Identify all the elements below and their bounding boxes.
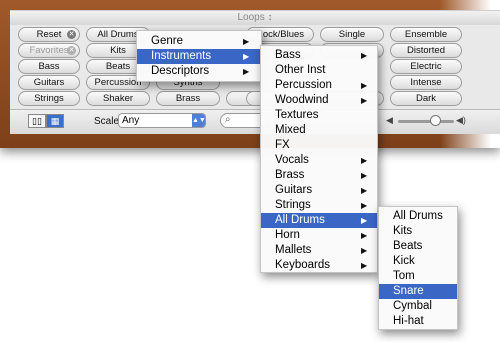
scale-value: Any [122,115,140,126]
menu-item-cymbal[interactable]: Cymbal [379,299,457,314]
volume-slider[interactable] [398,120,454,123]
menu-item-strings[interactable]: Strings ▶ [261,198,377,213]
submenu-arrow-icon: ▶ [243,37,250,46]
submenu-arrow-icon: ▶ [361,216,368,225]
submenu-arrow-icon: ▶ [361,96,368,105]
submenu-arrow-icon: ▶ [361,51,368,60]
menu-item-brass[interactable]: Brass ▶ [261,168,377,183]
button-view-icon: ▦ [50,116,60,126]
keyword-brass-button[interactable]: Brass [156,91,220,106]
menu-item-horn[interactable]: Horn ▶ [261,228,377,243]
submenu-arrow-icon: ▶ [361,231,368,240]
submenu-arrow-icon: ▶ [243,52,250,61]
submenu-arrow-icon: ▶ [361,156,368,165]
keyword-label: Favorites [29,45,69,56]
menu-item-all-drums[interactable]: All Drums [379,209,457,224]
keyword-category-menu: Genre ▶ Instruments ▶ Descriptors ▶ [136,30,262,82]
menu-item-hi-hat[interactable]: Hi-hat [379,314,457,329]
menu-item-bass[interactable]: Bass ▶ [261,48,377,63]
menu-item-woodwind[interactable]: Woodwind ▶ [261,93,377,108]
menu-item-kick[interactable]: Kick [379,254,457,269]
column-view-icon: ▯▯ [32,116,42,126]
all-drums-submenu: All Drums Kits Beats Kick Tom Snare Cymb… [378,206,458,330]
keyword-ensemble-button[interactable]: Ensemble [390,27,462,42]
submenu-arrow-icon: ▶ [361,171,368,180]
keyword-shaker-button[interactable]: Shaker [86,91,150,106]
submenu-arrow-icon: ▶ [361,81,368,90]
button-view-button[interactable]: ▦ [46,114,64,128]
chevron-updown-icon: ▲▼ [192,114,206,127]
instruments-submenu: Bass ▶ Other Inst Percussion ▶ Woodwind … [260,45,378,273]
close-icon: ✕ [67,30,76,39]
menu-item-keyboards[interactable]: Keyboards ▶ [261,258,377,273]
bottom-toolbar: ▯▯ ▦ Scale: Any ▲▼ ⌕ ◀ ◀) [10,109,500,134]
submenu-arrow-icon: ▶ [361,201,368,210]
submenu-arrow-icon: ▶ [361,186,368,195]
keyword-strings-button[interactable]: Strings [18,91,80,106]
submenu-arrow-icon: ▶ [361,261,368,270]
submenu-arrow-icon: ▶ [361,246,368,255]
menu-item-kits[interactable]: Kits [379,224,457,239]
column-view-button[interactable]: ▯▯ [28,114,46,128]
keyword-electric-button[interactable]: Electric [390,59,462,74]
menu-item-descriptors[interactable]: Descriptors ▶ [137,64,261,79]
volume-high-icon: ◀) [456,115,466,125]
menu-item-snare[interactable]: Snare [379,284,457,299]
menu-item-vocals[interactable]: Vocals ▶ [261,153,377,168]
menu-item-genre[interactable]: Genre ▶ [137,34,261,49]
menu-item-beats[interactable]: Beats [379,239,457,254]
menu-item-all-drums[interactable]: All Drums ▶ [261,213,377,228]
search-icon: ⌕ [225,114,231,125]
scale-select[interactable]: Any ▲▼ [118,113,206,128]
menu-item-fx[interactable]: FX [261,138,377,153]
volume-slider-knob[interactable] [430,115,441,126]
keyword-reset-button[interactable]: Reset ✕ [18,27,80,42]
keyword-dark-button[interactable]: Dark [390,91,462,106]
menu-item-tom[interactable]: Tom [379,269,457,284]
keyword-guitars-button[interactable]: Guitars [18,75,80,90]
menu-item-percussion[interactable]: Percussion ▶ [261,78,377,93]
keyword-distorted-button[interactable]: Distorted [390,43,462,58]
keyword-bass-button[interactable]: Bass [18,59,80,74]
menu-item-instruments[interactable]: Instruments ▶ [137,49,261,64]
keyword-favorites-button[interactable]: Favorites ✕ [18,43,80,58]
menu-item-mallets[interactable]: Mallets ▶ [261,243,377,258]
menu-item-guitars[interactable]: Guitars ▶ [261,183,377,198]
menu-item-other-inst[interactable]: Other Inst [261,63,377,78]
volume-low-icon: ◀ [386,115,393,125]
close-icon: ✕ [67,46,76,55]
keyword-single-button[interactable]: Single [320,27,384,42]
menu-item-mixed[interactable]: Mixed [261,123,377,138]
keyword-label: Reset [36,29,62,40]
submenu-arrow-icon: ▶ [243,67,250,76]
loops-title[interactable]: Loops ↕ [10,11,500,25]
menu-item-textures[interactable]: Textures [261,108,377,123]
keyword-intense-button[interactable]: Intense [390,75,462,90]
